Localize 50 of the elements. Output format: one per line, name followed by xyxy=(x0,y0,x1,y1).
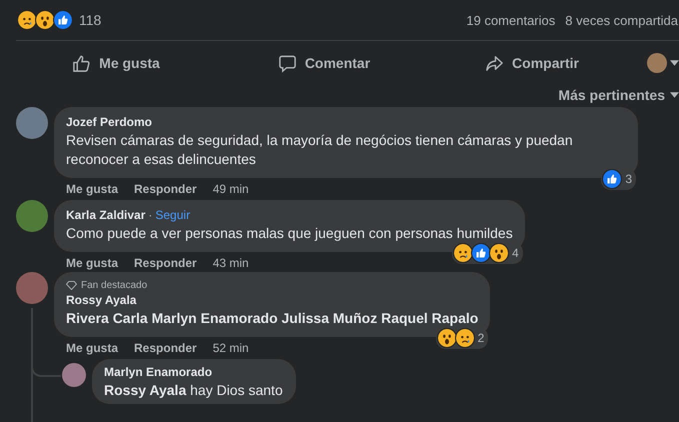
timestamp[interactable]: 52 min xyxy=(212,341,249,355)
reply-link[interactable]: Responder xyxy=(134,341,197,355)
reply-link[interactable]: Responder xyxy=(134,256,197,270)
reaction-summary[interactable]: 2 xyxy=(436,327,488,349)
share-button[interactable]: Compartir xyxy=(432,48,632,78)
author-name[interactable]: Rossy Ayala xyxy=(66,293,136,307)
author-name[interactable]: Jozef Perdomo xyxy=(66,115,152,129)
avatar[interactable] xyxy=(16,200,48,232)
caret-icon[interactable] xyxy=(670,92,679,98)
diamond-icon xyxy=(66,281,77,290)
wow-reaction-icon xyxy=(436,328,457,348)
like-link[interactable]: Me gusta xyxy=(66,256,118,270)
like-link[interactable]: Me gusta xyxy=(66,182,118,196)
like-link[interactable]: Me gusta xyxy=(66,341,118,355)
share-arrow-icon xyxy=(485,54,504,72)
wow-reaction-icon xyxy=(489,243,510,263)
avatar[interactable] xyxy=(16,272,48,304)
sad-reaction-icon xyxy=(17,10,37,30)
comments-count[interactable]: 19 comentarios xyxy=(466,12,556,28)
comment-button[interactable]: Comentar xyxy=(224,48,424,78)
comment-text: Rossy Ayala hay Dios santo xyxy=(104,381,284,400)
avatar[interactable] xyxy=(16,107,48,139)
author-name[interactable]: Marlyn Enamorado xyxy=(104,365,212,379)
speech-bubble-icon xyxy=(278,54,297,72)
sad-reaction-icon xyxy=(454,328,475,348)
sort-dropdown[interactable]: Más pertinentes xyxy=(558,87,665,103)
wow-reaction-icon xyxy=(35,10,55,30)
comment-text: Rivera Carla Marlyn Enamorado Julissa Muñoz Raquel Rapalo xyxy=(66,309,478,328)
thumbs-up-icon xyxy=(72,54,92,72)
reaction-count[interactable]: 118 xyxy=(79,12,102,28)
like-reaction-icon xyxy=(53,10,73,30)
separator-dot: · xyxy=(148,208,152,222)
reaction-summary[interactable]: 4 xyxy=(452,242,523,264)
follow-link[interactable]: Seguir xyxy=(155,208,190,222)
reaction-summary[interactable]: 3 xyxy=(601,168,636,190)
caret-icon[interactable] xyxy=(670,60,679,66)
avatar[interactable] xyxy=(62,363,86,387)
timestamp[interactable]: 49 min xyxy=(212,182,249,196)
like-button[interactable]: Me gusta xyxy=(16,48,216,78)
fan-badge-label: Fan destacado xyxy=(81,280,148,291)
author-name[interactable]: Karla Zaldivar xyxy=(66,208,146,222)
reply-link[interactable]: Responder xyxy=(134,182,197,196)
shares-count[interactable]: 8 veces compartida xyxy=(565,12,678,28)
like-reaction-icon xyxy=(602,169,622,189)
avatar[interactable] xyxy=(647,53,667,73)
comment-text: Revisen cámaras de seguridad, la mayoría de negócios tienen cámaras y puedan reconocer a esas delincuentes xyxy=(66,131,574,169)
like-reaction-icon xyxy=(471,243,492,263)
sad-reaction-icon xyxy=(453,243,474,263)
comment-text: Como puede a ver personas malas que jueguen con personas humildes xyxy=(66,224,513,243)
timestamp[interactable]: 43 min xyxy=(212,256,249,270)
